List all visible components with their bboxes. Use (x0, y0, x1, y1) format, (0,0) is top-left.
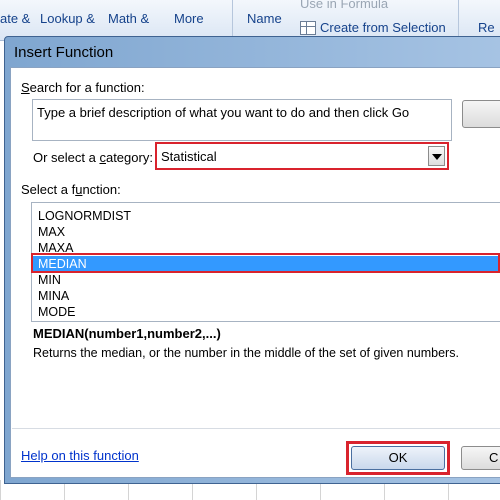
function-description: Returns the median, or the number in the… (33, 346, 459, 360)
dialog-divider (12, 428, 500, 429)
search-label: Search for a function: (21, 80, 145, 95)
go-button[interactable] (462, 100, 500, 128)
dialog-title: Insert Function (14, 44, 114, 61)
chevron-down-icon[interactable] (428, 146, 445, 166)
function-list-item[interactable]: MODE (33, 304, 500, 320)
search-input[interactable]: Type a brief description of what you wan… (32, 99, 452, 141)
category-select[interactable]: Statistical (155, 142, 449, 170)
category-select-value: Statistical (161, 149, 217, 164)
create-from-selection-button[interactable]: Create from Selection (320, 20, 446, 35)
ribbon-partial-label-right[interactable]: Re (478, 20, 495, 35)
ribbon-separator (232, 0, 233, 40)
math-trig-button[interactable]: Math & (108, 11, 149, 26)
function-syntax: MEDIAN(number1,number2,...) (33, 326, 221, 341)
help-link[interactable]: Help on this function (21, 448, 139, 463)
function-list[interactable]: LOGNORMDIST MAX MAXA MEDIAN MIN MINA MOD… (31, 202, 500, 322)
ribbon-separator (458, 0, 459, 40)
function-list-item[interactable]: MINA (33, 288, 500, 304)
search-input-value: Type a brief description of what you wan… (37, 105, 410, 120)
function-list-item[interactable]: MAXA (33, 240, 500, 256)
use-in-formula-button[interactable]: Use in Formula (300, 0, 388, 11)
create-from-selection-icon (300, 21, 316, 35)
more-functions-button[interactable]: More (174, 11, 204, 26)
function-list-label: Select a function: (21, 182, 121, 197)
function-list-item-selected[interactable]: MEDIAN (33, 256, 500, 272)
ribbon: ate & Lookup & Math & More Name Use in F… (0, 0, 500, 41)
ok-button[interactable]: OK (351, 446, 445, 470)
ribbon-partial-label[interactable]: ate & (0, 11, 30, 26)
dialog-titlebar[interactable]: Insert Function (5, 37, 500, 66)
function-list-item[interactable]: LOGNORMDIST (33, 208, 500, 224)
name-manager-button[interactable]: Name (247, 11, 282, 26)
function-list-item[interactable]: MIN (33, 272, 500, 288)
category-label: Or select a category: (33, 150, 153, 165)
function-list-item[interactable]: MAX (33, 224, 500, 240)
lookup-reference-button[interactable]: Lookup & (40, 11, 95, 26)
cancel-button[interactable]: C (461, 446, 500, 470)
